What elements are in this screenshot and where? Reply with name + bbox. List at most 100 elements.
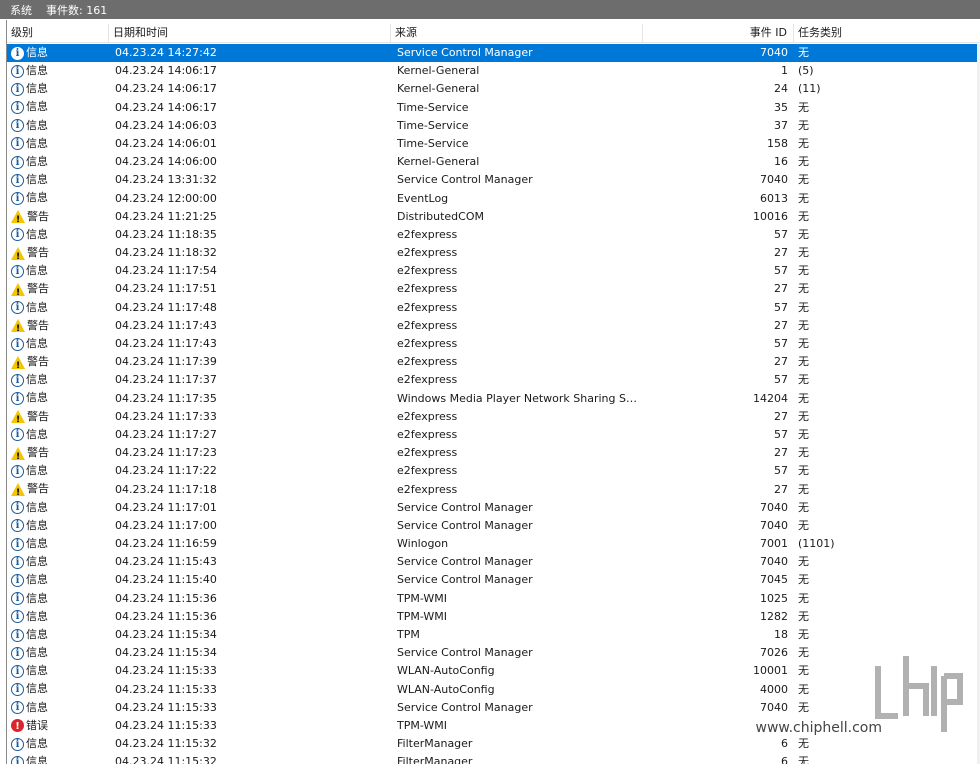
warning-icon — [11, 246, 25, 262]
info-icon — [11, 499, 24, 517]
info-icon — [11, 63, 24, 80]
column-header-source[interactable]: 来源 — [391, 24, 643, 42]
level-cell: 信息 — [11, 644, 107, 662]
event-id-cell: 7040 — [760, 555, 788, 569]
table-row[interactable]: 信息 04.23.24 11:15:36 TPM-WMI 1282 无 — [7, 608, 980, 626]
level-cell: 信息 — [11, 135, 107, 153]
table-row[interactable]: 信息 04.23.24 14:06:03 Time-Service 37 无 — [7, 117, 980, 135]
task-category-cell: 无 — [798, 482, 809, 496]
level-cell: 信息 — [11, 753, 107, 764]
column-header-task[interactable]: 任务类别 — [794, 24, 980, 42]
task-category-cell: 无 — [798, 628, 809, 641]
task-category-cell: 无 — [798, 264, 809, 278]
table-row[interactable]: 警告 04.23.24 11:17:43 e2fexpress 27 无 — [7, 317, 980, 335]
level-label: 信息 — [26, 191, 48, 205]
event-id-cell: 14204 — [753, 391, 788, 405]
task-category-cell: 无 — [798, 555, 809, 569]
level-cell: 信息 — [11, 80, 107, 98]
table-row[interactable]: 警告 04.23.24 11:17:23 e2fexpress 27 无 — [7, 444, 980, 462]
table-row[interactable]: 信息 04.23.24 14:27:42 Service Control Manag… — [7, 44, 980, 63]
date-cell: 04.23.24 11:17:00 — [115, 518, 217, 532]
table-row[interactable]: 信息 04.23.24 14:06:17 Time-Service 35 无 — [7, 99, 980, 117]
column-header-date[interactable]: 日期和时间 — [109, 24, 391, 42]
info-icon — [11, 517, 24, 535]
table-row[interactable]: 信息 04.23.24 11:15:34 Service Control Manag… — [7, 644, 980, 662]
table-row[interactable]: 警告 04.23.24 11:17:33 e2fexpress 27 无 — [7, 408, 980, 426]
level-label: 信息 — [26, 627, 48, 641]
source-cell: FilterManager — [397, 755, 473, 764]
date-cell: 04.23.24 11:17:33 — [115, 409, 217, 423]
level-cell: 警告 — [11, 280, 107, 298]
level-label: 警告 — [27, 446, 49, 460]
table-row[interactable]: 信息 04.23.24 11:17:00 Service Control Manag… — [7, 517, 980, 535]
table-row[interactable]: 信息 04.23.24 11:15:40 Service Control Manag… — [7, 571, 980, 589]
level-label: 警告 — [27, 282, 49, 296]
table-row[interactable]: 信息 04.23.24 11:15:36 TPM-WMI 1025 无 — [7, 590, 980, 608]
column-header-level[interactable]: 级别 — [7, 24, 109, 42]
table-row[interactable]: 警告 04.23.24 11:17:51 e2fexpress 27 无 — [7, 280, 980, 298]
table-row[interactable]: 信息 04.23.24 11:17:27 e2fexpress 57 无 — [7, 426, 980, 444]
source-cell: e2fexpress — [397, 464, 458, 478]
table-row[interactable]: 信息 04.23.24 11:17:37 e2fexpress 57 无 — [7, 371, 980, 389]
table-row[interactable]: 信息 04.23.24 11:15:43 Service Control Manag… — [7, 553, 980, 571]
level-cell: 警告 — [11, 481, 107, 499]
event-id-cell: 7026 — [760, 646, 788, 660]
level-label: 警告 — [27, 245, 49, 259]
event-id-cell: 57 — [774, 264, 788, 278]
level-label: 信息 — [26, 155, 48, 169]
event-id-cell: 158 — [767, 136, 788, 150]
level-label: 信息 — [26, 555, 48, 569]
date-cell: 04.23.24 11:15:33 — [115, 682, 217, 696]
table-row[interactable]: 警告 04.23.24 11:18:32 e2fexpress 27 无 — [7, 244, 980, 262]
table-row[interactable]: 信息 04.23.24 11:16:59 Winlogon 7001 (1101) — [7, 535, 980, 553]
info-icon — [11, 81, 24, 98]
table-row[interactable]: 信息04.23.24 11:15:33WLAN-AutoConfig4000无 — [7, 681, 980, 699]
table-row[interactable]: 信息04.23.24 11:15:32FilterManager6无 — [7, 753, 980, 764]
level-label: 信息 — [26, 518, 48, 532]
date-cell: 04.23.24 11:18:32 — [115, 246, 217, 260]
table-row[interactable]: 信息 04.23.24 14:06:01 Time-Service 158 无 — [7, 135, 980, 153]
chiphell-logo-icon — [875, 656, 963, 732]
source-cell: TPM — [397, 628, 420, 641]
level-cell: 信息 — [11, 608, 107, 626]
task-category-cell: 无 — [798, 464, 809, 478]
table-row[interactable]: 信息 04.23.24 11:17:54 e2fexpress 57 无 — [7, 262, 980, 280]
table-row[interactable]: 信息04.23.24 11:15:32FilterManager6无 — [7, 735, 980, 753]
level-cell: 信息 — [11, 390, 107, 408]
table-row[interactable]: 信息 04.23.24 11:18:35 e2fexpress 57 无 — [7, 226, 980, 244]
task-category-cell: (5) — [798, 64, 814, 78]
table-row[interactable]: 信息 04.23.24 12:00:00 EventLog 6013 无 — [7, 190, 980, 208]
table-row[interactable]: 信息 04.23.24 11:17:01 Service Control Manag… — [7, 499, 980, 517]
source-cell: e2fexpress — [397, 282, 458, 296]
watermark-text: www.chiphell.com — [753, 720, 884, 736]
table-row[interactable]: 警告 04.23.24 11:21:25 DistributedCOM 10016 无 — [7, 208, 980, 226]
table-row[interactable]: 信息 04.23.24 14:06:17 Kernel-General 1 (5) — [7, 62, 980, 80]
event-id-cell: 7045 — [760, 573, 788, 587]
source-cell: e2fexpress — [397, 409, 458, 423]
table-row[interactable]: 信息 04.23.24 11:17:35 Windows Media Player … — [7, 390, 980, 408]
table-row[interactable]: 信息 04.23.24 13:31:32 Service Control Manag… — [7, 171, 980, 189]
table-row[interactable]: 警告 04.23.24 11:17:39 e2fexpress 27 无 — [7, 353, 980, 371]
event-list[interactable]: 级别 日期和时间 来源 事件 ID 任务类别 信息 04.23.24 14:27:… — [6, 20, 980, 764]
table-row[interactable]: 信息04.23.24 11:15:33WLAN-AutoConfig10001无 — [7, 662, 980, 680]
event-id-cell: 6 — [781, 737, 788, 751]
task-category-cell: 无 — [798, 46, 809, 59]
table-row[interactable]: 信息 04.23.24 11:15:33 Service Control Manag… — [7, 699, 980, 717]
table-row[interactable]: 信息 04.23.24 11:17:48 e2fexpress 57 无 — [7, 299, 980, 317]
table-row[interactable]: 信息 04.23.24 14:06:00 Kernel-General 16 无 — [7, 153, 980, 171]
event-id-cell: 57 — [774, 427, 788, 441]
table-row[interactable]: 信息 04.23.24 11:17:22 e2fexpress 57 无 — [7, 462, 980, 480]
source-cell: Kernel-General — [397, 64, 480, 78]
table-row[interactable]: 警告 04.23.24 11:17:18 e2fexpress 27 无 — [7, 481, 980, 499]
table-row[interactable]: 信息 04.23.24 11:17:43 e2fexpress 57 无 — [7, 335, 980, 353]
info-icon — [11, 608, 24, 626]
info-icon — [11, 426, 24, 444]
column-header-event-id[interactable]: 事件 ID — [643, 24, 794, 42]
task-category-cell: 无 — [798, 318, 809, 332]
event-id-cell: 57 — [774, 300, 788, 314]
level-cell: 信息 — [11, 62, 107, 80]
table-row[interactable]: 信息 04.23.24 11:15:34 TPM 18 无 — [7, 626, 980, 644]
source-cell: Service Control Manager — [397, 173, 533, 187]
table-row[interactable]: 信息 04.23.24 14:06:17 Kernel-General 24 (11) — [7, 80, 980, 98]
task-category-cell: 无 — [798, 246, 809, 260]
